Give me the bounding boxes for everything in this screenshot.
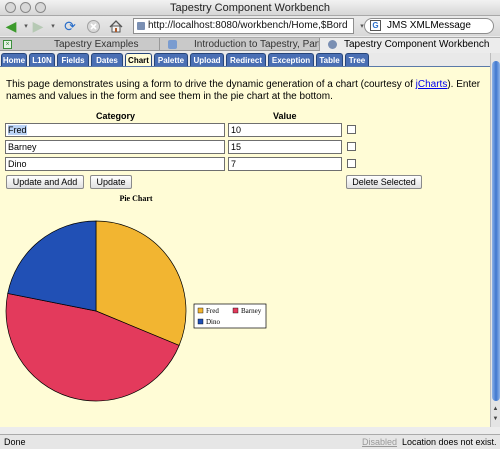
delete-checkbox-3[interactable]: [347, 159, 356, 168]
window-title: Tapestry Component Workbench: [170, 2, 330, 14]
legend-swatch-fred: [197, 307, 204, 314]
jcharts-link[interactable]: jCharts: [416, 79, 448, 90]
browser-toolbar: ◀ ▾ ▶ ▾ ⟳ http://localhost:8080/workbenc…: [0, 16, 500, 36]
tab-table[interactable]: Table: [316, 53, 343, 66]
legend-label-dino: Dino: [206, 318, 221, 326]
window-titlebar: Tapestry Component Workbench: [0, 0, 500, 16]
stop-icon[interactable]: [85, 18, 101, 34]
tab-close-icon[interactable]: ×: [3, 40, 12, 49]
scroll-up-arrow-icon[interactable]: ▲: [491, 405, 500, 413]
status-location-text: Location does not exist.: [402, 437, 497, 447]
value-field-1[interactable]: 10: [228, 123, 342, 137]
tab-home[interactable]: Home: [1, 53, 27, 66]
status-bar: Done Disabled Location does not exist.: [0, 434, 500, 449]
pie-chart: Pie Chart Fred Barney Dino: [5, 194, 267, 402]
update-button[interactable]: Update: [90, 175, 132, 189]
update-and-add-button[interactable]: Update and Add: [6, 175, 84, 189]
browser-tab-label: Tapestry Examples: [54, 39, 139, 50]
tab-upload[interactable]: Upload: [190, 53, 224, 66]
browser-tab-examples[interactable]: × Tapestry Examples: [0, 38, 160, 51]
reload-icon[interactable]: ⟳: [62, 18, 78, 34]
tab-exception[interactable]: Exception: [268, 53, 314, 66]
tab-l10n[interactable]: L10N: [29, 53, 55, 66]
value-field-2[interactable]: 15: [228, 140, 342, 154]
workbench-tab-bar: Home L10N Fields Dates Chart Palette Upl…: [0, 53, 490, 66]
status-disabled-text: Disabled: [362, 437, 398, 447]
category-field-3[interactable]: Dino: [5, 157, 225, 171]
chart-legend: Fred Barney Dino: [193, 303, 267, 329]
legend-label-barney: Barney: [241, 307, 262, 315]
value-header: Value: [273, 111, 297, 121]
pie-slices: [5, 220, 187, 402]
tab-dates[interactable]: Dates: [91, 53, 123, 66]
legend-swatch-dino: [197, 318, 204, 325]
vertical-scrollbar[interactable]: ▲ ▼: [490, 53, 500, 427]
status-text: Done: [4, 437, 26, 447]
delete-selected-button[interactable]: Delete Selected: [346, 175, 422, 189]
address-url: http://localhost:8080/workbench/Home,$Bo…: [148, 20, 348, 31]
page-favicon-icon: [137, 22, 145, 30]
browser-tab-label: Tapestry Component Workbench: [344, 39, 490, 50]
scroll-down-arrow-icon[interactable]: ▼: [491, 415, 500, 423]
category-field-1[interactable]: Fred: [5, 123, 225, 137]
page-content: This page demonstrates using a form to d…: [0, 66, 490, 427]
category-header: Category: [96, 111, 136, 121]
tab-tree[interactable]: Tree: [345, 53, 369, 66]
search-field[interactable]: G JMS XMLMessage: [364, 18, 494, 34]
tab-palette[interactable]: Palette: [154, 53, 188, 66]
browser-tab-bar: × Tapestry Examples Introduction to Tape…: [0, 37, 500, 51]
browser-tab-workbench[interactable]: Tapestry Component Workbench: [320, 38, 500, 51]
tab-fields[interactable]: Fields: [57, 53, 89, 66]
tab-redirect[interactable]: Redirect: [226, 53, 266, 66]
search-value: JMS XMLMessage: [387, 20, 471, 31]
forward-icon[interactable]: ▶: [30, 18, 46, 34]
search-engine-icon[interactable]: G: [370, 20, 381, 31]
back-icon[interactable]: ◀: [3, 18, 19, 34]
minimize-window-button[interactable]: [20, 2, 31, 13]
scrollbar-thumb[interactable]: [492, 61, 500, 401]
delete-checkbox-2[interactable]: [347, 142, 356, 151]
home-icon[interactable]: [108, 18, 124, 34]
address-bar[interactable]: http://localhost:8080/workbench/Home,$Bo…: [133, 18, 354, 34]
legend-swatch-barney: [232, 307, 239, 314]
browser-tab-label: Introduction to Tapestry, Part I: [194, 39, 320, 50]
browser-tab-intro[interactable]: Introduction to Tapestry, Part I: [160, 38, 320, 51]
tab-chart[interactable]: Chart: [125, 53, 152, 66]
category-field-2[interactable]: Barney: [5, 140, 225, 154]
forward-menu-icon[interactable]: ▾: [45, 18, 61, 34]
legend-label-fred: Fred: [206, 307, 219, 315]
tab-favicon-icon: [328, 40, 337, 49]
intro-text: This page demonstrates using a form to d…: [6, 79, 481, 102]
close-window-button[interactable]: [5, 2, 16, 13]
tab-favicon-icon: [168, 40, 177, 49]
value-field-3[interactable]: 7: [228, 157, 342, 171]
chart-title: Pie Chart: [119, 194, 152, 203]
delete-checkbox-1[interactable]: [347, 125, 356, 134]
zoom-window-button[interactable]: [35, 2, 46, 13]
